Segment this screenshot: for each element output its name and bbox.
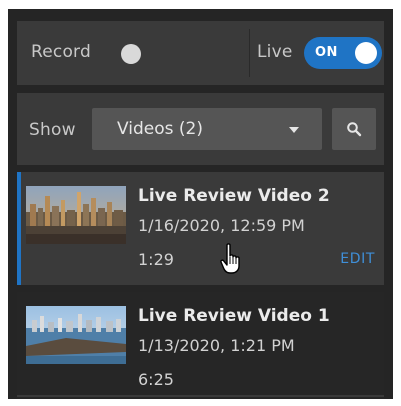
video-date: 1/16/2020, 12:59 PM <box>138 216 305 235</box>
show-filter-bar: Show Videos (2) <box>17 93 384 165</box>
selection-indicator <box>17 172 21 285</box>
record-label: Record <box>31 42 91 62</box>
live-toggle[interactable]: ON <box>304 37 382 69</box>
record-toggle[interactable] <box>121 44 141 64</box>
video-title: Live Review Video 1 <box>138 306 330 326</box>
live-label: Live <box>257 42 293 62</box>
show-label: Show <box>29 120 76 140</box>
video-thumbnail[interactable] <box>26 306 126 364</box>
hand-pointer-icon <box>220 243 246 279</box>
chevron-down-icon <box>289 127 299 133</box>
video-duration: 1:29 <box>138 250 174 269</box>
show-select-value: Videos (2) <box>117 119 203 139</box>
edit-link[interactable]: EDIT <box>340 251 375 267</box>
show-select[interactable]: Videos (2) <box>92 108 322 150</box>
live-toggle-knob <box>355 42 377 64</box>
record-live-bar: Record Live ON <box>17 21 384 85</box>
list-bottom-divider <box>17 395 384 397</box>
video-thumbnail[interactable] <box>26 186 126 244</box>
video-duration: 6:25 <box>138 370 174 389</box>
video-title: Live Review Video 2 <box>138 186 330 206</box>
video-list-item[interactable]: Live Review Video 2 1/16/2020, 12:59 PM … <box>17 172 384 285</box>
divider <box>249 29 250 77</box>
search-button[interactable] <box>332 108 376 150</box>
video-list-item[interactable]: Live Review Video 1 1/13/2020, 1:21 PM 6… <box>17 292 384 399</box>
live-toggle-text: ON <box>315 45 338 60</box>
live-review-panel: Record Live ON Show Videos (2) Live Revi… <box>8 9 393 399</box>
search-icon <box>347 122 362 137</box>
video-date: 1/13/2020, 1:21 PM <box>138 336 295 355</box>
